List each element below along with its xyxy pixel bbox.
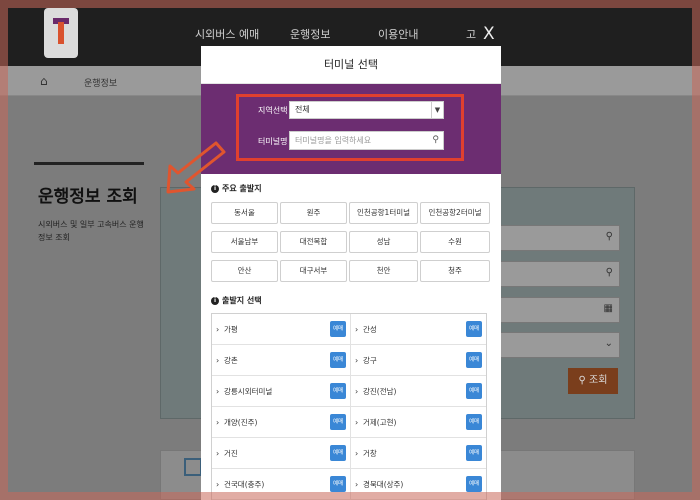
- list-item-name: 개양(진주): [224, 418, 258, 427]
- region-label: 지역선택: [258, 106, 288, 115]
- info-icon: i: [211, 296, 219, 305]
- reserve-button[interactable]: 예매: [466, 383, 482, 399]
- list-item-name: 거진: [224, 449, 238, 458]
- start-section-title: i 출발지 선택: [211, 295, 262, 306]
- list-item[interactable]: › 간성 예매: [351, 314, 486, 345]
- arrival-field[interactable]: ⚲: [500, 261, 620, 287]
- search-icon: ⚲: [605, 267, 613, 278]
- chevron-right-icon: ›: [355, 356, 359, 365]
- title-divider: [34, 162, 144, 165]
- departure-list: › 가평 예매 › 강촌 예매 › 강릉시외터미널 예매 › 개양(진주) 예매 › 거진 예매 ›…: [211, 313, 487, 500]
- chevron-right-icon: ›: [216, 325, 220, 334]
- list-item[interactable]: › 강촌 예매: [212, 345, 350, 376]
- list-item-name: 거제(고현): [363, 418, 397, 427]
- start-section-label: 출발지 선택: [222, 296, 262, 305]
- list-item[interactable]: › 건국대(충주) 예매: [212, 469, 350, 500]
- chevron-right-icon: ›: [355, 325, 359, 334]
- chevron-right-icon: ›: [216, 418, 220, 427]
- reserve-button[interactable]: 예매: [330, 414, 346, 430]
- list-item[interactable]: › 거제(고현) 예매: [351, 407, 486, 438]
- list-item-name: 간성: [363, 325, 377, 334]
- departure-field[interactable]: ⚲: [500, 225, 620, 251]
- region-value: 전체: [295, 105, 310, 114]
- grade-select[interactable]: ⌄: [500, 332, 620, 358]
- search-button[interactable]: ⚲ 조회: [568, 368, 618, 394]
- chevron-right-icon: ›: [355, 387, 359, 396]
- nav-guide[interactable]: 이용안내: [378, 26, 418, 42]
- chevron-down-icon: ▼: [431, 102, 443, 118]
- terminal-search-input[interactable]: 터미널명을 입력하세요 ⚲: [289, 131, 444, 150]
- list-item[interactable]: › 강구 예매: [351, 345, 486, 376]
- site-logo[interactable]: [44, 8, 78, 58]
- major-departure-chip[interactable]: 원주: [280, 202, 347, 224]
- list-item-name: 강진(전남): [363, 387, 397, 396]
- page-description: 시외버스 및 일부 고속버스 운행정보 조회: [38, 220, 144, 242]
- annotation-arrow-icon: [166, 141, 226, 194]
- nav-other[interactable]: 고: [466, 26, 476, 42]
- region-select[interactable]: 전체 ▼: [289, 101, 444, 119]
- chevron-right-icon: ›: [355, 418, 359, 427]
- chevron-right-icon: ›: [216, 356, 220, 365]
- list-item-name: 건국대(충주): [224, 480, 265, 489]
- list-item[interactable]: › 경북대(상주) 예매: [351, 469, 486, 500]
- major-departure-chip[interactable]: 동서울: [211, 202, 278, 224]
- major-departure-chip[interactable]: 천안: [349, 260, 418, 282]
- terminal-label: 터미널명: [258, 137, 288, 146]
- major-departure-chip[interactable]: 안산: [211, 260, 278, 282]
- terminal-placeholder: 터미널명을 입력하세요: [295, 136, 372, 145]
- chevron-down-icon: ⌄: [604, 338, 613, 349]
- reserve-button[interactable]: 예매: [330, 445, 346, 461]
- reserve-button[interactable]: 예매: [466, 352, 482, 368]
- page-title: 운행정보 조회: [38, 187, 138, 207]
- reserve-button[interactable]: 예매: [466, 445, 482, 461]
- major-departure-chip[interactable]: 대전복합: [280, 231, 347, 253]
- nav-service-info[interactable]: 운행정보: [290, 26, 330, 42]
- list-item-name: 강구: [363, 356, 377, 365]
- list-item[interactable]: › 강진(전남) 예매: [351, 376, 486, 407]
- home-icon[interactable]: ⌂: [40, 74, 48, 88]
- reserve-button[interactable]: 예매: [466, 414, 482, 430]
- close-icon[interactable]: X: [483, 24, 495, 44]
- chevron-right-icon: ›: [355, 449, 359, 458]
- date-field[interactable]: ▦: [500, 297, 620, 323]
- search-area: 지역선택 전체 ▼ 터미널명 터미널명을 입력하세요 ⚲: [201, 84, 501, 174]
- reserve-button[interactable]: 예매: [330, 352, 346, 368]
- reserve-button[interactable]: 예매: [466, 321, 482, 337]
- logo-mark-stem: [58, 22, 64, 44]
- list-item-name: 강릉시외터미널: [224, 387, 273, 396]
- major-departure-chip[interactable]: 인천공항2터미널: [420, 202, 490, 224]
- chevron-right-icon: ›: [216, 387, 220, 396]
- reserve-button[interactable]: 예매: [330, 383, 346, 399]
- chevron-right-icon: ›: [355, 480, 359, 489]
- reserve-button[interactable]: 예매: [330, 321, 346, 337]
- major-departure-chip[interactable]: 대구서부: [280, 260, 347, 282]
- major-departure-chip[interactable]: 수원: [420, 231, 490, 253]
- list-item[interactable]: › 거진 예매: [212, 438, 350, 469]
- calendar-icon: ▦: [603, 303, 613, 314]
- list-item-name: 강촌: [224, 356, 238, 365]
- nav-intercity-booking[interactable]: 시외버스 예매: [195, 26, 259, 42]
- reserve-button[interactable]: 예매: [330, 476, 346, 492]
- search-icon: ⚲: [605, 231, 613, 242]
- list-item-name: 거창: [363, 449, 377, 458]
- list-item[interactable]: › 강릉시외터미널 예매: [212, 376, 350, 407]
- list-item[interactable]: › 거창 예매: [351, 438, 486, 469]
- list-item-name: 경북대(상주): [363, 480, 404, 489]
- terminal-select-modal: 터미널 선택 지역선택 전체 ▼ 터미널명 터미널명을 입력하세요 ⚲ i 주요 출발…: [201, 46, 501, 500]
- list-item-name: 가평: [224, 325, 238, 334]
- reserve-button[interactable]: 예매: [466, 476, 482, 492]
- breadcrumb-item[interactable]: 운행정보: [84, 76, 117, 89]
- major-departure-chip[interactable]: 성남: [349, 231, 418, 253]
- search-button-label: 조회: [589, 375, 608, 386]
- major-departure-chip[interactable]: 청주: [420, 260, 490, 282]
- modal-title: 터미널 선택: [201, 46, 501, 84]
- list-item[interactable]: › 개양(진주) 예매: [212, 407, 350, 438]
- checkbox-icon[interactable]: [184, 458, 202, 476]
- major-departure-chip[interactable]: 서울남부: [211, 231, 278, 253]
- chevron-right-icon: ›: [216, 449, 220, 458]
- list-item[interactable]: › 가평 예매: [212, 314, 350, 345]
- search-icon[interactable]: ⚲: [432, 132, 439, 149]
- major-departure-chip[interactable]: 인천공항1터미널: [349, 202, 418, 224]
- chevron-right-icon: ›: [216, 480, 220, 489]
